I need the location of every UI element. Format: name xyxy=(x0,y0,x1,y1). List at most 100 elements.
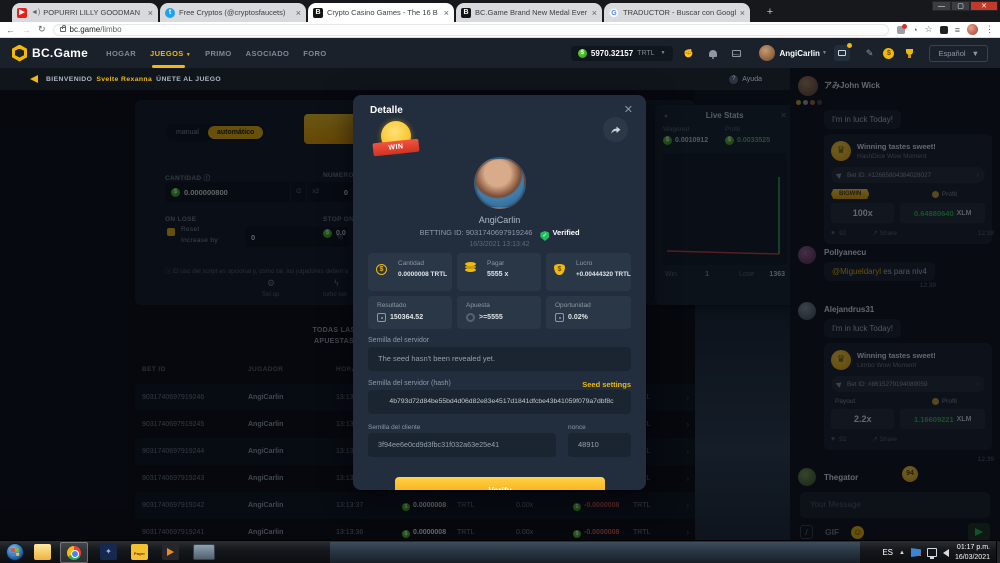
target-icon xyxy=(466,313,475,322)
minimize-button[interactable]: — xyxy=(932,1,951,11)
browser-tab[interactable]: ▶ ◄) POPURRI LILLY GOODMAN × xyxy=(12,3,158,22)
seed-settings-link[interactable]: Seed settings xyxy=(582,380,631,389)
nonce-field[interactable]: 48910 xyxy=(568,433,631,457)
browser-address-bar: ← → ↻ bc.game/limbo ◔ ☆ ≡ ⋮ xyxy=(0,22,1000,38)
browser-menu-icon[interactable]: ⋮ xyxy=(985,24,994,35)
taskbar-glass xyxy=(330,542,860,563)
browser-tab[interactable]: B BC.Game Brand New Medal Ever × xyxy=(456,3,602,22)
tab-close-icon[interactable]: × xyxy=(592,8,597,18)
youtube-icon: ▶ xyxy=(17,8,27,18)
bcgame-logo-icon[interactable] xyxy=(12,45,27,62)
main-nav: HOGAR JUEGOS▼ PRIMO ASOCIADO FORO xyxy=(106,49,326,58)
action-center-flag-icon[interactable] xyxy=(911,548,921,557)
announcement-banner: BIENVENIDO Svelte Rexanna ÚNETE AL JUEGO… xyxy=(0,68,790,90)
nav-juegos[interactable]: JUEGOS▼ xyxy=(150,49,191,58)
taskbar-explorer-button[interactable] xyxy=(34,544,51,560)
nav-hogar[interactable]: HOGAR xyxy=(106,49,136,58)
maximize-button[interactable]: ▢ xyxy=(951,1,970,11)
network-icon[interactable] xyxy=(927,548,937,557)
share-button[interactable] xyxy=(603,117,628,142)
nav-primo[interactable]: PRIMO xyxy=(205,49,232,58)
client-seed-field[interactable]: 3f94ee6e0cd9d3fbc31f032a63e25e41 xyxy=(368,433,556,457)
adblock-icon[interactable] xyxy=(940,26,948,34)
client-seed-label: Semilla del cliente xyxy=(368,424,420,431)
rewards-button[interactable]: ✊ xyxy=(681,45,697,61)
avatar[interactable] xyxy=(759,45,775,61)
trophy-icon[interactable] xyxy=(904,49,915,58)
forward-icon[interactable]: → xyxy=(22,25,31,35)
megaphone-icon xyxy=(30,75,38,83)
tab-close-icon[interactable]: × xyxy=(740,8,745,18)
close-window-button[interactable]: ✕ xyxy=(970,1,998,11)
stat-card-pagar: Pagar 5555 x xyxy=(457,253,541,291)
browser-profile-avatar[interactable] xyxy=(967,24,978,35)
url-omnibox[interactable]: bc.game/limbo xyxy=(53,24,890,36)
taskbar-media-player-button[interactable] xyxy=(162,544,179,560)
tray-expand-icon[interactable]: ▲ xyxy=(899,550,905,556)
modal-overlay[interactable] xyxy=(790,68,1000,540)
taskbar-video-app-button[interactable]: ✦ xyxy=(100,544,117,560)
back-icon[interactable]: ← xyxy=(6,25,15,35)
stat-card-lucro: $ Lucro +0.00444320 TRTL xyxy=(546,253,631,291)
bookmark-star-icon[interactable]: ☆ xyxy=(925,24,933,35)
server-seed-label: Semilla del servidor xyxy=(368,337,429,344)
history-icon[interactable]: ◔ xyxy=(912,25,917,35)
bonus-coin-icon[interactable]: $ xyxy=(883,48,894,59)
stat-card-cantidad: $ Cantidad 0.0000008 TRTL xyxy=(368,253,452,291)
reload-icon[interactable]: ↻ xyxy=(38,24,46,35)
notifications-button[interactable] xyxy=(705,45,721,61)
bell-icon xyxy=(709,50,717,57)
browser-tab[interactable]: G TRADUCTOR - Buscar con Googl × xyxy=(604,3,750,22)
extension-icon[interactable] xyxy=(897,26,905,34)
tab-close-icon[interactable]: × xyxy=(148,8,153,18)
site-header: BC.Game HOGAR JUEGOS▼ PRIMO ASOCIADO FOR… xyxy=(0,38,1000,68)
system-tray: ES ▲ 01:17 p.m. 16/03/2021 xyxy=(882,541,996,563)
bcgame-favicon: B xyxy=(461,8,471,18)
server-seed-hash-field[interactable]: 4b793d72d84be55bd4d06d82e83e4517d1841dfc… xyxy=(368,390,631,414)
header-username[interactable]: AngiCarlin xyxy=(780,49,820,58)
taskbar-chrome-button[interactable] xyxy=(60,542,88,563)
server-seed-field[interactable]: The seed hasn't been revealed yet. xyxy=(368,347,631,371)
start-button[interactable] xyxy=(6,543,24,561)
verify-button[interactable]: Verify xyxy=(395,477,605,490)
banner-username-link[interactable]: Svelte Rexanna xyxy=(96,76,152,83)
new-tab-button[interactable]: + xyxy=(760,6,780,19)
balance-selector[interactable]: $ 5970.32157 TRTL ▼ xyxy=(571,46,673,61)
browser-tab-active[interactable]: B Crypto Casino Games - The 16 B × xyxy=(308,3,454,22)
padlock-icon[interactable] xyxy=(60,27,66,32)
reading-list-icon[interactable]: ≡ xyxy=(955,25,960,35)
browser-tab[interactable]: t Free Cryptos (@cryptosfaucets) × xyxy=(160,3,306,22)
tab-close-icon[interactable]: × xyxy=(444,8,449,18)
inbox-button[interactable] xyxy=(729,45,745,61)
language-selector[interactable]: Español▼ xyxy=(929,45,988,62)
dice-icon xyxy=(377,313,386,322)
taskbar-player-app-button[interactable]: Payer xyxy=(131,544,148,560)
windows-taskbar: ✦ Payer ES ▲ 01:17 p.m. 16/03/2021 xyxy=(0,540,1000,563)
bcgame-logo-text[interactable]: BC.Game xyxy=(32,46,88,60)
quill-icon[interactable]: ✎ xyxy=(866,48,874,59)
google-icon: G xyxy=(609,8,619,18)
wallet-button[interactable] xyxy=(834,45,850,61)
taskbar-app-button[interactable] xyxy=(193,544,215,560)
trtl-coin-icon: $ xyxy=(578,49,587,58)
chrome-icon xyxy=(67,546,81,560)
balance-currency: TRTL xyxy=(637,50,654,57)
show-desktop-button[interactable] xyxy=(996,541,1000,563)
nav-foro[interactable]: FORO xyxy=(303,49,326,58)
betting-id: BETTING ID: 9031740697919246✓Verified xyxy=(353,228,646,241)
stat-card-resultado: Resultado 150364.52 xyxy=(368,296,452,329)
close-icon[interactable]: ✕ xyxy=(624,103,633,116)
hand-coin-icon: ✊ xyxy=(684,49,694,58)
wallet-icon xyxy=(838,50,846,56)
taskbar-clock[interactable]: 01:17 p.m. 16/03/2021 xyxy=(955,543,996,561)
bcgame-favicon: B xyxy=(313,8,323,18)
balance-amount: 5970.32157 xyxy=(591,49,633,58)
nav-asociado[interactable]: ASOCIADO xyxy=(246,49,290,58)
volume-icon[interactable] xyxy=(943,549,949,557)
tab-audio-icon[interactable]: ◄) xyxy=(31,9,40,16)
help-button[interactable]: ? Ayuda xyxy=(729,75,762,84)
tab-close-icon[interactable]: × xyxy=(296,8,301,18)
browser-tab-strip: ▶ ◄) POPURRI LILLY GOODMAN × t Free Cryp… xyxy=(0,0,1000,22)
bet-datetime: 16/3/2021 13:13:42 xyxy=(353,241,646,248)
keyboard-language[interactable]: ES xyxy=(882,548,893,557)
